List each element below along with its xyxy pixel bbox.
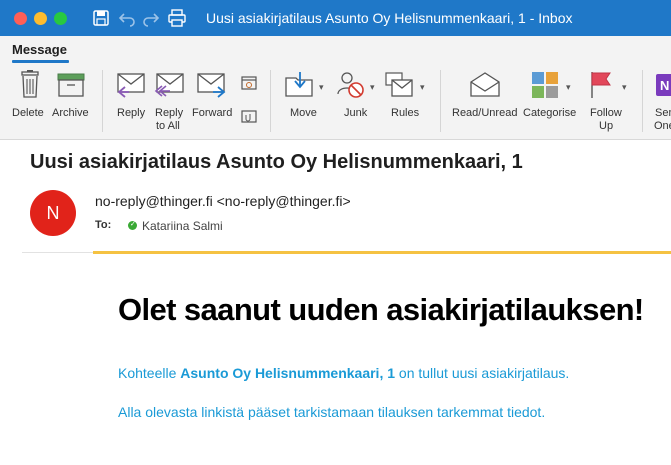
follow-up-label-line2: Up	[599, 120, 614, 132]
window-title: Uusi asiakirjatilaus Asunto Oy Helisnumm…	[206, 10, 573, 26]
rules-icon	[385, 72, 413, 97]
open-envelope-icon	[470, 72, 500, 97]
reply-all-label-line2: to All	[156, 120, 180, 132]
delete-button[interactable]: Delete	[12, 70, 48, 136]
paragraph-1-prefix: Kohteelle	[118, 365, 181, 381]
presence-check-icon: ✓	[130, 221, 136, 228]
email-headline: Olet saanut uuden asiakirjatilauksen!	[118, 292, 644, 327]
follow-up-dropdown-caret[interactable]: ▾	[622, 82, 627, 93]
forward-icon	[197, 73, 226, 98]
paragraph-1-suffix: on tullut uusi asiakirjatilaus.	[395, 365, 570, 381]
categorise-icon	[532, 72, 558, 98]
email-accent-bar	[93, 251, 671, 254]
reply-label: Reply	[117, 107, 146, 119]
rules-button[interactable]: Rules	[384, 70, 424, 136]
reply-icon	[117, 73, 145, 98]
sender-address[interactable]: no-reply@thinger.fi <no-reply@thinger.fi…	[95, 193, 351, 209]
rules-dropdown-caret[interactable]: ▾	[420, 82, 425, 93]
junk-label: Junk	[344, 107, 368, 119]
send-to-onenote-button[interactable]: N Sen One	[652, 70, 671, 136]
move-button[interactable]: Move	[284, 70, 324, 136]
minimize-window-button[interactable]	[34, 12, 47, 25]
archive-icon	[57, 73, 85, 97]
flag-icon	[591, 72, 611, 98]
title-bar: Uusi asiakirjatilaus Asunto Oy Helisnumm…	[0, 0, 671, 36]
attachment-icon[interactable]	[240, 108, 258, 124]
email-paragraph-1: Kohteelle Asunto Oy Helisnummenkaari, 1 …	[118, 365, 569, 381]
send-to-onenote-label-line2: One	[654, 120, 671, 132]
trash-icon	[21, 70, 39, 98]
message-subject: Uusi asiakirjatilaus Asunto Oy Helisnumm…	[30, 151, 523, 173]
forward-label: Forward	[192, 107, 233, 119]
print-icon[interactable]	[168, 9, 186, 27]
active-tab-indicator	[12, 60, 69, 63]
archive-label: Archive	[52, 107, 89, 119]
categorise-dropdown-caret[interactable]: ▾	[566, 82, 571, 93]
ribbon-separator	[102, 70, 103, 132]
reply-all-button[interactable]: Reply to All	[152, 70, 186, 136]
to-label: To:	[95, 219, 112, 231]
read-unread-button[interactable]: Read/Unread	[450, 70, 520, 136]
send-to-onenote-label-line1: Sen	[655, 107, 671, 119]
ribbon-separator	[642, 70, 643, 132]
ribbon-separator	[440, 70, 441, 132]
undo-icon[interactable]	[118, 9, 136, 27]
ribbon-separator	[270, 70, 271, 132]
junk-dropdown-caret[interactable]: ▾	[370, 82, 375, 93]
ribbon-toolbar: Delete Archive Reply Reply to All Forwar…	[0, 64, 671, 140]
delete-label: Delete	[12, 107, 44, 119]
reply-all-icon	[154, 73, 184, 97]
follow-up-label-line1: Follow	[590, 107, 622, 119]
recipient-name[interactable]: Katariina Salmi	[142, 219, 223, 233]
email-paragraph-2: Alla olevasta linkistä pääset tarkistama…	[118, 404, 546, 420]
ribbon-tab-row: Message	[0, 36, 671, 64]
rules-label: Rules	[391, 107, 420, 119]
read-unread-label: Read/Unread	[452, 107, 518, 119]
junk-button[interactable]: Junk	[336, 70, 368, 136]
junk-icon	[337, 72, 364, 98]
move-dropdown-caret[interactable]: ▾	[319, 82, 324, 93]
archive-button[interactable]: Archive	[52, 70, 92, 136]
zoom-window-button[interactable]	[54, 12, 67, 25]
onenote-icon: N	[656, 74, 671, 96]
categorise-label: Categorise	[523, 107, 577, 119]
property-name: Asunto Oy Helisnummenkaari, 1	[180, 365, 396, 381]
move-folder-icon	[285, 72, 313, 97]
reply-all-label-line1: Reply	[155, 107, 184, 119]
move-label: Move	[290, 107, 317, 119]
save-icon[interactable]	[92, 9, 110, 27]
redo-icon[interactable]	[142, 9, 160, 27]
meeting-icon[interactable]	[240, 74, 258, 90]
sender-avatar[interactable]: N	[30, 190, 76, 236]
tab-message[interactable]: Message	[12, 42, 67, 57]
forward-button[interactable]: Forward	[192, 70, 232, 136]
follow-up-button[interactable]: Follow Up	[586, 70, 626, 136]
svg-text:N: N	[660, 78, 669, 93]
categorise-button[interactable]: Categorise	[523, 70, 583, 136]
close-window-button[interactable]	[14, 12, 27, 25]
reply-button[interactable]: Reply	[115, 70, 147, 136]
